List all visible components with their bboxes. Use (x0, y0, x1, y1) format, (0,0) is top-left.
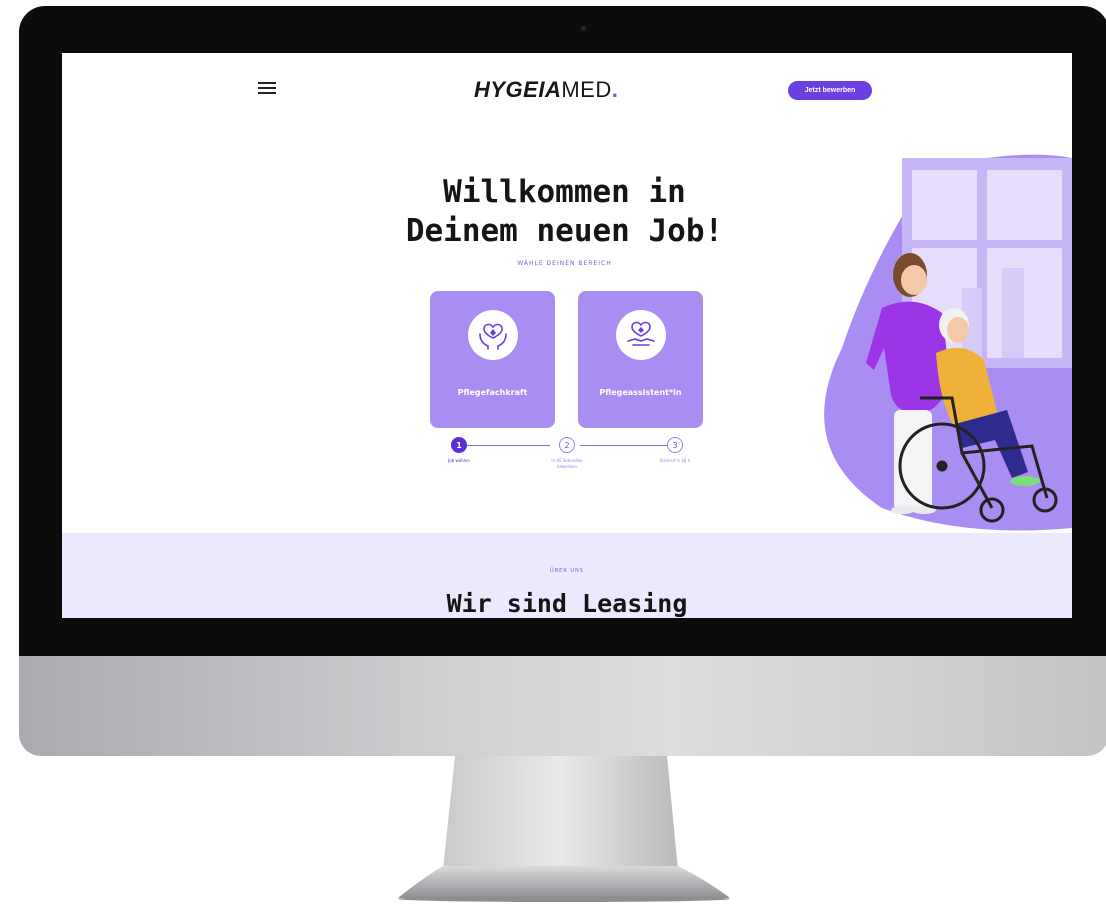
card-label: Pflegeassistent*in (599, 388, 682, 397)
step-1-label: Job wählen (448, 458, 470, 463)
hero-title: Willkommen in Deinem neuen Job! (362, 173, 767, 251)
step-3-label: Rückruf in 48 h (659, 458, 691, 463)
website-screen: HYGEIAMED. Jetzt bewerben Willkommen in … (62, 53, 1072, 618)
step-connector (580, 445, 670, 446)
monitor-chin (19, 656, 1106, 756)
step-connector (460, 445, 550, 446)
apply-now-button[interactable]: Jetzt bewerben (788, 81, 872, 100)
hamburger-menu-icon[interactable] (258, 82, 276, 95)
logo-light-text: MED (561, 77, 612, 102)
logo-bold-text: HYGEIA (474, 77, 562, 102)
nurse-wheelchair-illustration (824, 154, 1072, 531)
about-eyebrow: ÜBER UNS (550, 568, 584, 574)
handshake-heart-icon (616, 310, 666, 360)
hero-title-line-2: Deinem neuen Job! (405, 213, 724, 249)
step-3-marker: 3 (667, 437, 683, 453)
logo-dot: . (611, 77, 619, 102)
caring-hands-heart-icon (468, 310, 518, 360)
about-title: Wir sind Leasing (446, 589, 688, 618)
job-card-pflegefachkraft[interactable]: Pflegefachkraft (430, 291, 555, 428)
choose-area-label: WÄHLE DEINEN BEREICH (517, 260, 612, 267)
brand-logo[interactable]: HYGEIAMED. (474, 77, 619, 102)
site-header: HYGEIAMED. Jetzt bewerben (62, 53, 1072, 128)
card-label: Pflegefachkraft (457, 388, 528, 397)
step-2-marker: 2 (559, 437, 575, 453)
application-steps: 1 2 3 Job wählen In 60 Sekunden bewerben… (442, 436, 702, 486)
job-card-pflegeassistent[interactable]: Pflegeassistent*in (578, 291, 703, 428)
step-2-label: In 60 Sekunden bewerben (551, 458, 583, 469)
about-section: ÜBER UNS Wir sind Leasing (62, 533, 1072, 618)
hero-title-line-1: Willkommen in (443, 174, 686, 210)
step-1-marker[interactable]: 1 (451, 437, 467, 453)
camera-dot (581, 26, 586, 31)
